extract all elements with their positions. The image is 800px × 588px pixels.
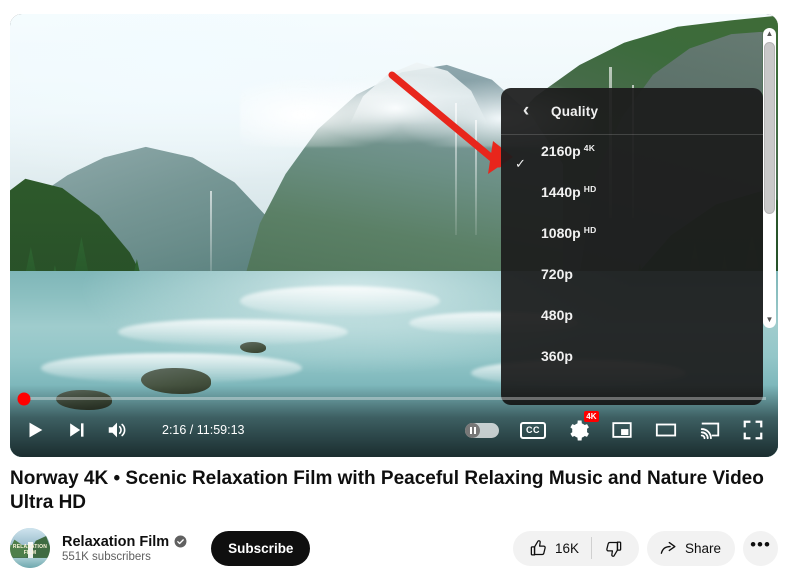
scrollbar-thumb[interactable] bbox=[764, 42, 775, 214]
quality-option-720p[interactable]: 720p bbox=[501, 266, 763, 307]
quality-settings-menu[interactable]: ‹ Quality ✓ 2160p 4K 1440p HD 1080p HD 7… bbox=[501, 88, 763, 405]
quality-option-1080p[interactable]: 1080p HD bbox=[501, 225, 763, 266]
volume-button[interactable] bbox=[106, 419, 128, 441]
quality-option-badge: 4K bbox=[583, 143, 596, 153]
quality-options-list[interactable]: ✓ 2160p 4K 1440p HD 1080p HD 720p 480p 3… bbox=[501, 135, 763, 389]
quality-option-480p[interactable]: 480p bbox=[501, 307, 763, 348]
avatar-water bbox=[10, 557, 50, 568]
theater-mode-button[interactable] bbox=[654, 419, 678, 441]
more-options-button[interactable]: ••• bbox=[743, 530, 778, 566]
subscriber-count: 551K subscribers bbox=[62, 550, 151, 563]
back-chevron-icon[interactable]: ‹ bbox=[515, 100, 537, 122]
share-label: Share bbox=[684, 540, 721, 556]
cast-button[interactable] bbox=[699, 419, 721, 441]
quality-option-label: 720p bbox=[541, 266, 573, 282]
play-button[interactable] bbox=[24, 419, 46, 441]
quality-option-label: 1440p bbox=[541, 184, 581, 200]
channel-name-row[interactable]: Relaxation Film bbox=[62, 534, 187, 550]
quality-option-1440p[interactable]: 1440p HD bbox=[501, 184, 763, 225]
fullscreen-button[interactable] bbox=[742, 419, 764, 441]
quality-option-badge: HD bbox=[583, 184, 597, 194]
miniplayer-button[interactable] bbox=[611, 419, 633, 441]
quality-option-360p[interactable]: 360p bbox=[501, 348, 763, 389]
like-dislike-pill[interactable]: 16K bbox=[512, 530, 639, 566]
quality-option-badge: HD bbox=[583, 225, 597, 235]
quality-menu-header[interactable]: ‹ Quality bbox=[501, 88, 763, 135]
video-meta-row: RELAXATION FILM Relaxation Film 551K sub… bbox=[10, 528, 778, 568]
progress-bar[interactable] bbox=[17, 392, 766, 405]
like-count: 16K bbox=[554, 540, 579, 556]
video-title: Norway 4K • Scenic Relaxation Film with … bbox=[10, 468, 764, 514]
quality-menu-title: Quality bbox=[551, 103, 599, 119]
quality-option-label: 480p bbox=[541, 307, 573, 323]
settings-quality-badge: 4K bbox=[583, 410, 599, 422]
video-player[interactable]: ‹ Quality ✓ 2160p 4K 1440p HD 1080p HD 7… bbox=[10, 14, 778, 457]
channel-block[interactable]: RELAXATION FILM Relaxation Film 551K sub… bbox=[10, 528, 311, 568]
dislike-button[interactable] bbox=[592, 531, 635, 566]
checkmark-icon: ✓ bbox=[515, 155, 526, 171]
settings-button[interactable]: 4K bbox=[567, 410, 599, 442]
left-controls[interactable]: 2:16 / 11:59:13 bbox=[24, 419, 244, 441]
scroll-down-arrow-icon[interactable]: ▼ bbox=[766, 316, 774, 326]
channel-text: Relaxation Film 551K subscribers bbox=[62, 534, 187, 563]
subscribe-button[interactable]: Subscribe bbox=[211, 530, 311, 566]
avatar-label: RELAXATION FILM bbox=[12, 544, 48, 556]
right-controls[interactable]: CC 4K bbox=[465, 410, 764, 442]
captions-button[interactable]: CC bbox=[520, 421, 546, 439]
thumbs-down-icon bbox=[606, 541, 622, 557]
actions-row[interactable]: 16K Share ••• bbox=[512, 530, 778, 566]
time-display: 2:16 / 11:59:13 bbox=[162, 423, 245, 437]
player-controls[interactable]: 2:16 / 11:59:13 CC 4K bbox=[10, 385, 778, 457]
avatar[interactable]: RELAXATION FILM bbox=[10, 528, 50, 568]
quality-option-label: 1080p bbox=[541, 225, 581, 241]
autoplay-knob bbox=[465, 422, 480, 438]
share-arrow-icon bbox=[660, 541, 676, 554]
quality-option-2160p[interactable]: ✓ 2160p 4K bbox=[501, 143, 763, 184]
like-button[interactable]: 16K bbox=[517, 531, 591, 566]
quality-option-label: 360p bbox=[541, 348, 573, 364]
share-button[interactable]: Share bbox=[646, 530, 735, 566]
next-video-button[interactable] bbox=[66, 420, 86, 440]
scrollbar[interactable]: ▲ ▼ bbox=[763, 28, 776, 328]
scroll-up-arrow-icon[interactable]: ▲ bbox=[766, 30, 774, 40]
verified-badge-icon bbox=[174, 535, 187, 548]
waterfall-icon bbox=[455, 102, 458, 236]
channel-name[interactable]: Relaxation Film bbox=[62, 534, 169, 550]
quality-option-label: 2160p bbox=[541, 143, 581, 159]
autoplay-toggle[interactable] bbox=[465, 422, 499, 438]
controls-row[interactable]: 2:16 / 11:59:13 CC 4K bbox=[10, 403, 778, 457]
waterfall-icon bbox=[474, 120, 477, 236]
thumbs-up-icon bbox=[530, 539, 546, 555]
